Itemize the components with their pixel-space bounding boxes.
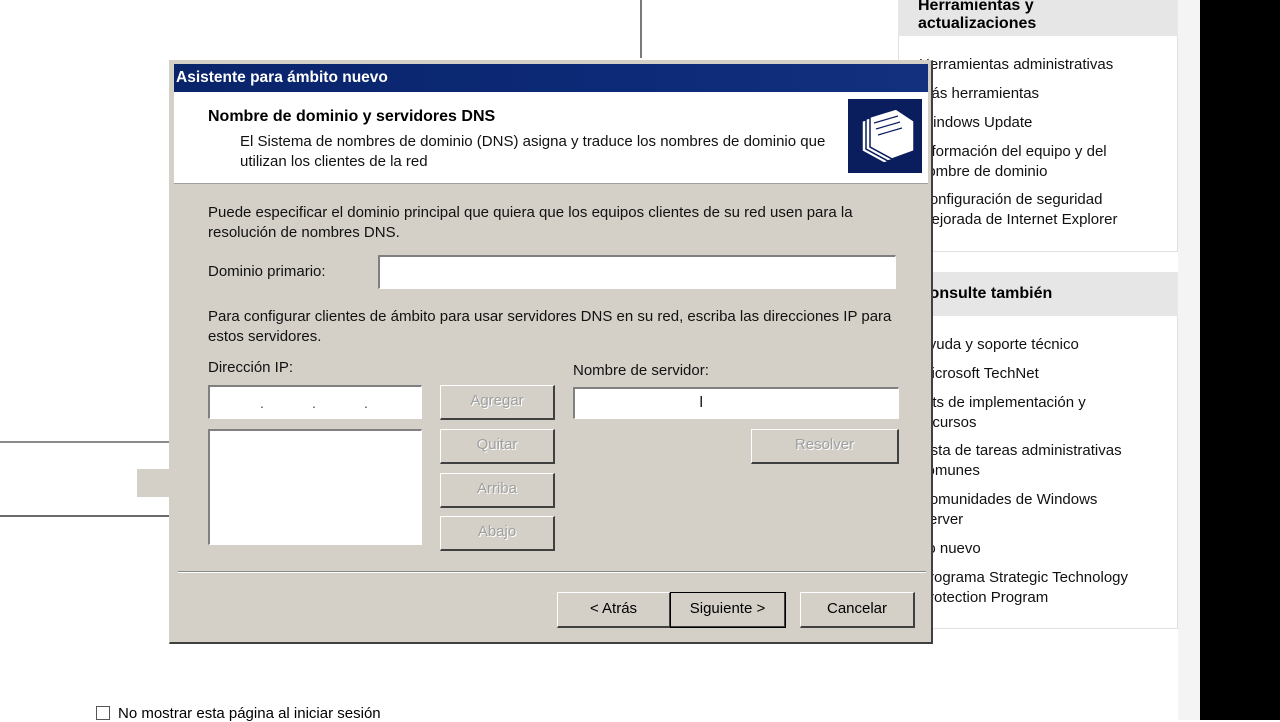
link-deployment-kits[interactable]: Kits de implementación y recursos xyxy=(919,393,1109,433)
footer-separator-highlight xyxy=(178,572,926,573)
background-divider xyxy=(640,0,642,58)
ip-address-label: Dirección IP: xyxy=(208,359,294,376)
dns-instructions: Para configurar clientes de ámbito para … xyxy=(208,308,892,345)
background-divider xyxy=(0,515,170,517)
tools-panel-header: Herramientas y actualizaciones xyxy=(898,0,1178,36)
primary-domain-input[interactable] xyxy=(378,255,896,289)
wizard-header: Nombre de dominio y servidores DNS El Si… xyxy=(174,92,928,184)
link-windows-update[interactable]: Windows Update xyxy=(919,113,1169,133)
text-cursor-icon: I xyxy=(699,394,704,411)
see-also-header: Consulte también xyxy=(898,272,1178,316)
screen-border xyxy=(1200,0,1280,720)
page-title: Nombre de dominio y servidores DNS xyxy=(208,108,496,125)
link-admin-tools[interactable]: Herramientas administrativas xyxy=(919,55,1169,75)
tools-panel-body: Herramientas administrativas Más herrami… xyxy=(898,36,1178,252)
see-also-body: Ayuda y soporte técnico Microsoft TechNe… xyxy=(898,316,1178,629)
dont-show-checkbox[interactable] xyxy=(96,706,110,720)
server-name-input[interactable]: I xyxy=(573,387,899,419)
link-ie-security[interactable]: Configuración de seguridad mejorada de I… xyxy=(919,190,1144,230)
primary-domain-label: Dominio primario: xyxy=(208,263,326,280)
background-button[interactable] xyxy=(136,468,171,497)
dns-server-list[interactable] xyxy=(208,429,422,545)
background-divider xyxy=(0,441,170,443)
move-up-button[interactable]: Arriba xyxy=(440,473,555,508)
link-help-support[interactable]: Ayuda y soporte técnico xyxy=(919,335,1169,355)
add-button[interactable]: Agregar xyxy=(440,385,555,420)
back-button[interactable]: < Atrás xyxy=(557,592,671,628)
new-scope-wizard-dialog: Asistente para ámbito nuevo Nombre de do… xyxy=(169,60,933,644)
cancel-button[interactable]: Cancelar xyxy=(800,592,915,628)
folders-icon xyxy=(848,99,922,173)
tools-panel-title: Herramientas y actualizaciones xyxy=(918,0,1037,32)
see-also-title: Consulte también xyxy=(918,285,1053,302)
link-technet[interactable]: Microsoft TechNet xyxy=(919,364,1169,384)
remove-button[interactable]: Quitar xyxy=(440,429,555,464)
dialog-titlebar[interactable]: Asistente para ámbito nuevo xyxy=(174,64,928,92)
ip-octet-separator: . xyxy=(312,395,316,411)
link-computer-info[interactable]: Información del equipo y del nombre de d… xyxy=(919,142,1129,182)
dialog-title: Asistente para ámbito nuevo xyxy=(176,69,388,86)
intro-text: Puede especificar el dominio principal q… xyxy=(208,204,853,241)
next-button[interactable]: Siguiente > xyxy=(670,592,786,628)
page-subtitle: El Sistema de nombres de dominio (DNS) a… xyxy=(240,133,826,170)
ip-address-input[interactable]: . . . xyxy=(208,385,422,419)
link-more-tools[interactable]: Más herramientas xyxy=(919,84,1169,104)
resolve-button[interactable]: Resolver xyxy=(751,429,899,464)
tools-panel: Herramientas y actualizaciones Herramien… xyxy=(898,0,1178,252)
link-admin-tasks[interactable]: Lista de tareas administrativas comunes xyxy=(919,441,1144,481)
link-windows-communities[interactable]: Comunidades de Windows Server xyxy=(919,490,1114,530)
link-whats-new[interactable]: Lo nuevo xyxy=(919,539,1169,559)
see-also-panel: Consulte también Ayuda y soporte técnico… xyxy=(898,272,1178,629)
ip-octet-separator: . xyxy=(364,395,368,411)
background-margin xyxy=(1178,0,1200,720)
link-stpp[interactable]: Programa Strategic Technology Protection… xyxy=(919,568,1154,608)
move-down-button[interactable]: Abajo xyxy=(440,516,555,551)
dont-show-label: No mostrar esta página al iniciar sesión xyxy=(118,705,381,722)
server-name-label: Nombre de servidor: xyxy=(573,362,709,379)
ip-octet-separator: . xyxy=(260,395,264,411)
